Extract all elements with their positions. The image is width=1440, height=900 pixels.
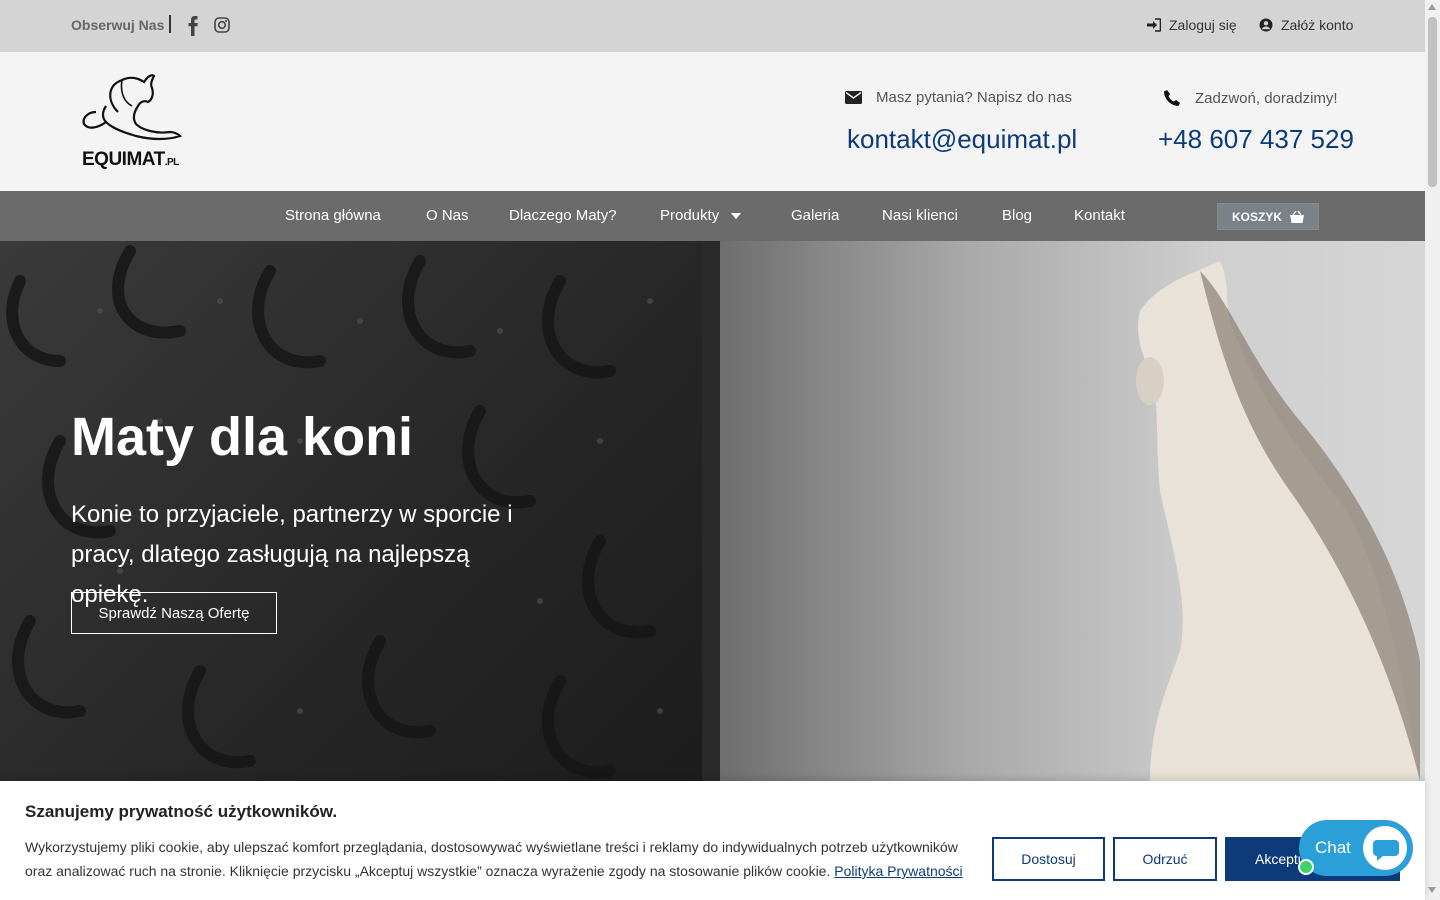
nav-item-products-label: Produkty <box>660 207 720 224</box>
hero-section: Maty dla koni Konie to przyjaciele, part… <box>0 241 1425 781</box>
login-label: Zaloguj się <box>1169 17 1237 33</box>
cart-button[interactable]: KOSZYK <box>1217 203 1319 230</box>
nav-item-blog[interactable]: Blog <box>1002 207 1032 224</box>
customize-button[interactable]: Dostosuj <box>992 837 1105 881</box>
site-header: EQUIMAT.PL Masz pytania? Napisz do nas k… <box>0 52 1425 191</box>
chat-widget[interactable]: Chat <box>1299 820 1413 876</box>
reject-button[interactable]: Odrzuć <box>1113 837 1217 881</box>
nav-item-products[interactable]: Produkty <box>660 207 742 224</box>
main-nav: Strona główna O Nas Dlaczego Maty? Produ… <box>0 191 1425 241</box>
sign-in-icon <box>1147 18 1161 32</box>
scroll-up-arrow-icon[interactable] <box>1428 4 1436 10</box>
instagram-icon[interactable] <box>214 17 230 33</box>
mail-question-label: Masz pytania? Napisz do nas <box>876 89 1072 106</box>
mail-question: Masz pytania? Napisz do nas <box>845 89 1072 106</box>
scroll-down-arrow-icon[interactable] <box>1428 887 1436 893</box>
phone-icon <box>1164 90 1180 106</box>
nav-item-gallery[interactable]: Galeria <box>791 207 839 224</box>
privacy-policy-link[interactable]: Polityka Prywatności <box>834 863 962 879</box>
login-link[interactable]: Zaloguj się <box>1147 17 1237 33</box>
cookie-title: Szanujemy prywatność użytkowników. <box>25 802 338 821</box>
chat-bubble-icon <box>1373 840 1399 861</box>
caret-down-icon <box>731 213 742 220</box>
phone-link[interactable]: +48 607 437 529 <box>1158 124 1354 155</box>
email-link[interactable]: kontakt@equimat.pl <box>847 124 1077 155</box>
cookie-text: Wykorzystujemy pliki cookie, aby ulepsza… <box>25 835 985 883</box>
online-status-indicator <box>1298 859 1314 875</box>
logo-text-main: EQUIMAT <box>82 149 165 170</box>
page-scrollbar[interactable] <box>1425 0 1440 900</box>
top-bar: Obserwuj Nas Zaloguj się Załóż konto <box>0 0 1425 52</box>
facebook-icon[interactable] <box>186 16 200 36</box>
basket-icon <box>1290 210 1304 223</box>
phone-question: Zadzwoń, doradzimy! <box>1163 89 1338 107</box>
logo-text-suffix: .PL <box>164 157 180 168</box>
cookie-text-body: Wykorzystujemy pliki cookie, aby ulepsza… <box>25 839 958 879</box>
cookie-banner: Szanujemy prywatność użytkowników. Wykor… <box>0 781 1425 900</box>
nav-item-home[interactable]: Strona główna <box>285 207 381 224</box>
nav-item-why-mats[interactable]: Dlaczego Maty? <box>509 207 617 224</box>
phone-question-label: Zadzwoń, doradzimy! <box>1195 89 1338 107</box>
user-circle-icon <box>1259 18 1273 32</box>
cart-label: KOSZYK <box>1231 209 1282 224</box>
follow-label: Obserwuj Nas <box>71 17 165 33</box>
envelope-icon <box>845 91 862 104</box>
divider <box>169 15 171 33</box>
offer-button[interactable]: Sprawdź Naszą Ofertę <box>71 592 277 634</box>
nav-item-contact[interactable]: Kontakt <box>1074 207 1125 224</box>
logo-text: EQUIMAT.PL <box>82 149 179 171</box>
register-label: Załóż konto <box>1281 17 1354 33</box>
scroll-thumb[interactable] <box>1428 17 1437 187</box>
hero-title: Maty dla koni <box>71 407 414 467</box>
register-link[interactable]: Załóż konto <box>1259 17 1353 33</box>
nav-item-about[interactable]: O Nas <box>426 207 469 224</box>
nav-item-clients[interactable]: Nasi klienci <box>882 207 958 224</box>
chat-label: Chat <box>1315 838 1351 857</box>
chat-bubble <box>1363 826 1407 870</box>
